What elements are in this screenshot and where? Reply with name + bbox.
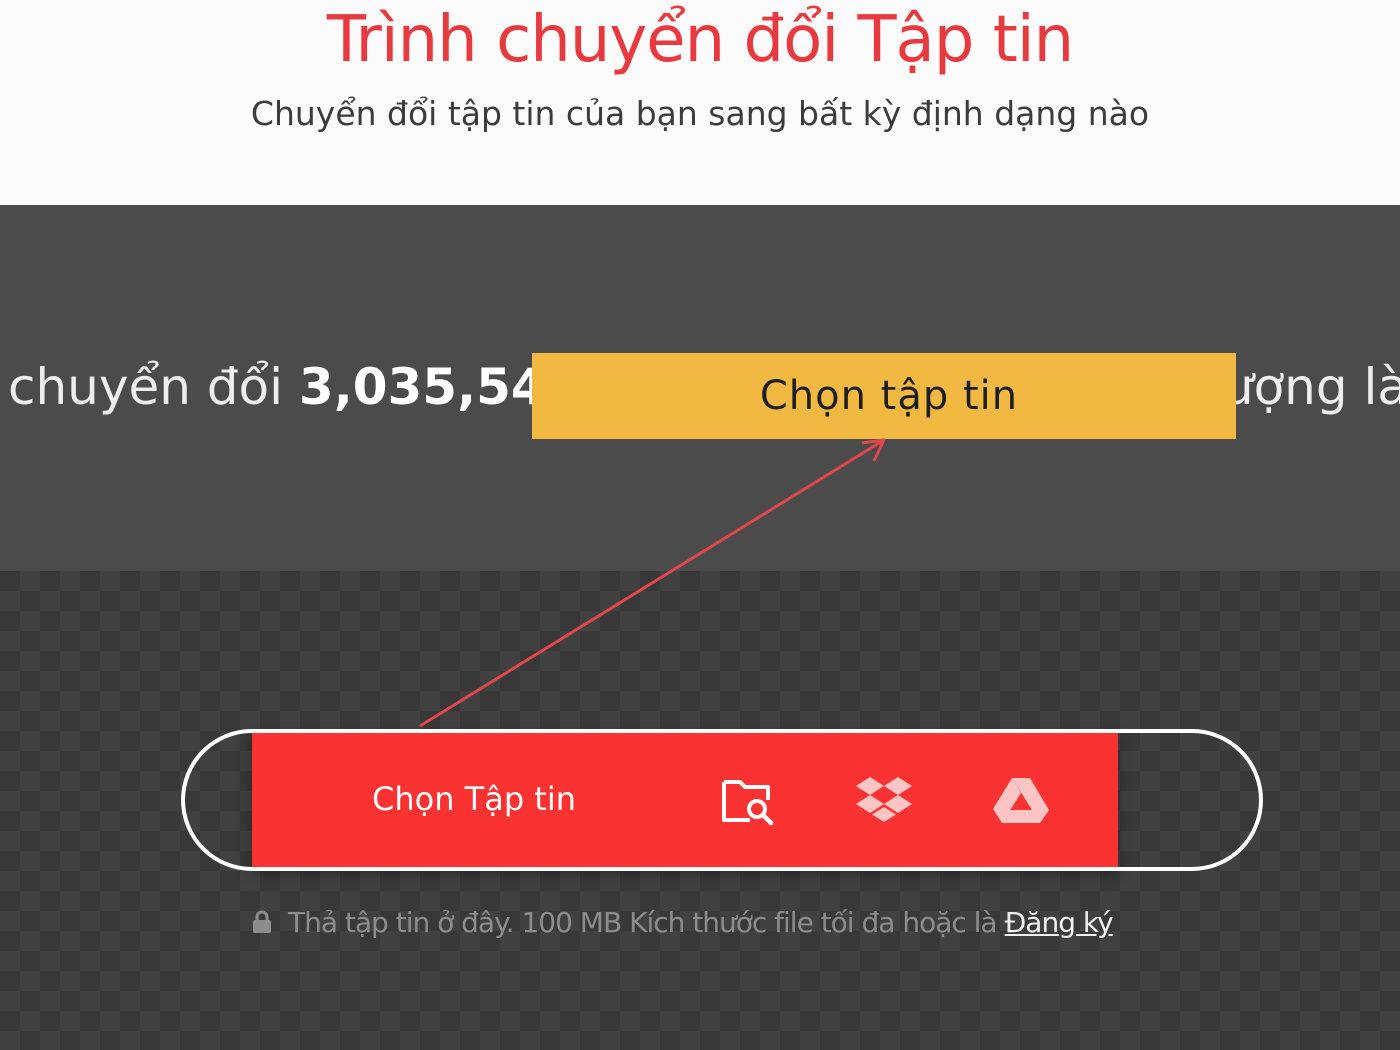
page-subtitle: Chuyển đổi tập tin của bạn sang bất kỳ đ…	[250, 94, 1150, 133]
stats-prefix: chuyển đổi	[8, 358, 299, 416]
stats-count: 3,035,54	[298, 358, 546, 416]
dropbox-icon[interactable]	[854, 770, 914, 830]
lock-icon	[252, 910, 272, 934]
stats-suffix: ượng là	[1221, 358, 1400, 416]
signup-link[interactable]: Đăng ký	[1005, 906, 1114, 939]
drop-note-text: Thả tập tin ở đây. 100 MB Kích thước fil…	[288, 905, 998, 939]
folder-search-icon[interactable]	[718, 770, 778, 830]
upload-bar: Chọn Tập tin	[252, 733, 1118, 867]
conversion-stats: chuyển đổi 3,035,54	[8, 355, 546, 419]
google-drive-icon[interactable]	[991, 770, 1051, 830]
callout-label: Chọn tập tin	[759, 373, 1019, 419]
choose-file-button[interactable]: Chọn Tập tin	[372, 775, 576, 823]
page-title: Trình chuyển đổi Tập tin	[326, 3, 1074, 77]
header: Trình chuyển đổi Tập tin Chuyển đổi tập …	[0, 0, 1400, 205]
annotation-callout: Chọn tập tin	[532, 353, 1236, 439]
drop-note: Thả tập tin ở đây. 100 MB Kích thước fil…	[252, 900, 1114, 944]
